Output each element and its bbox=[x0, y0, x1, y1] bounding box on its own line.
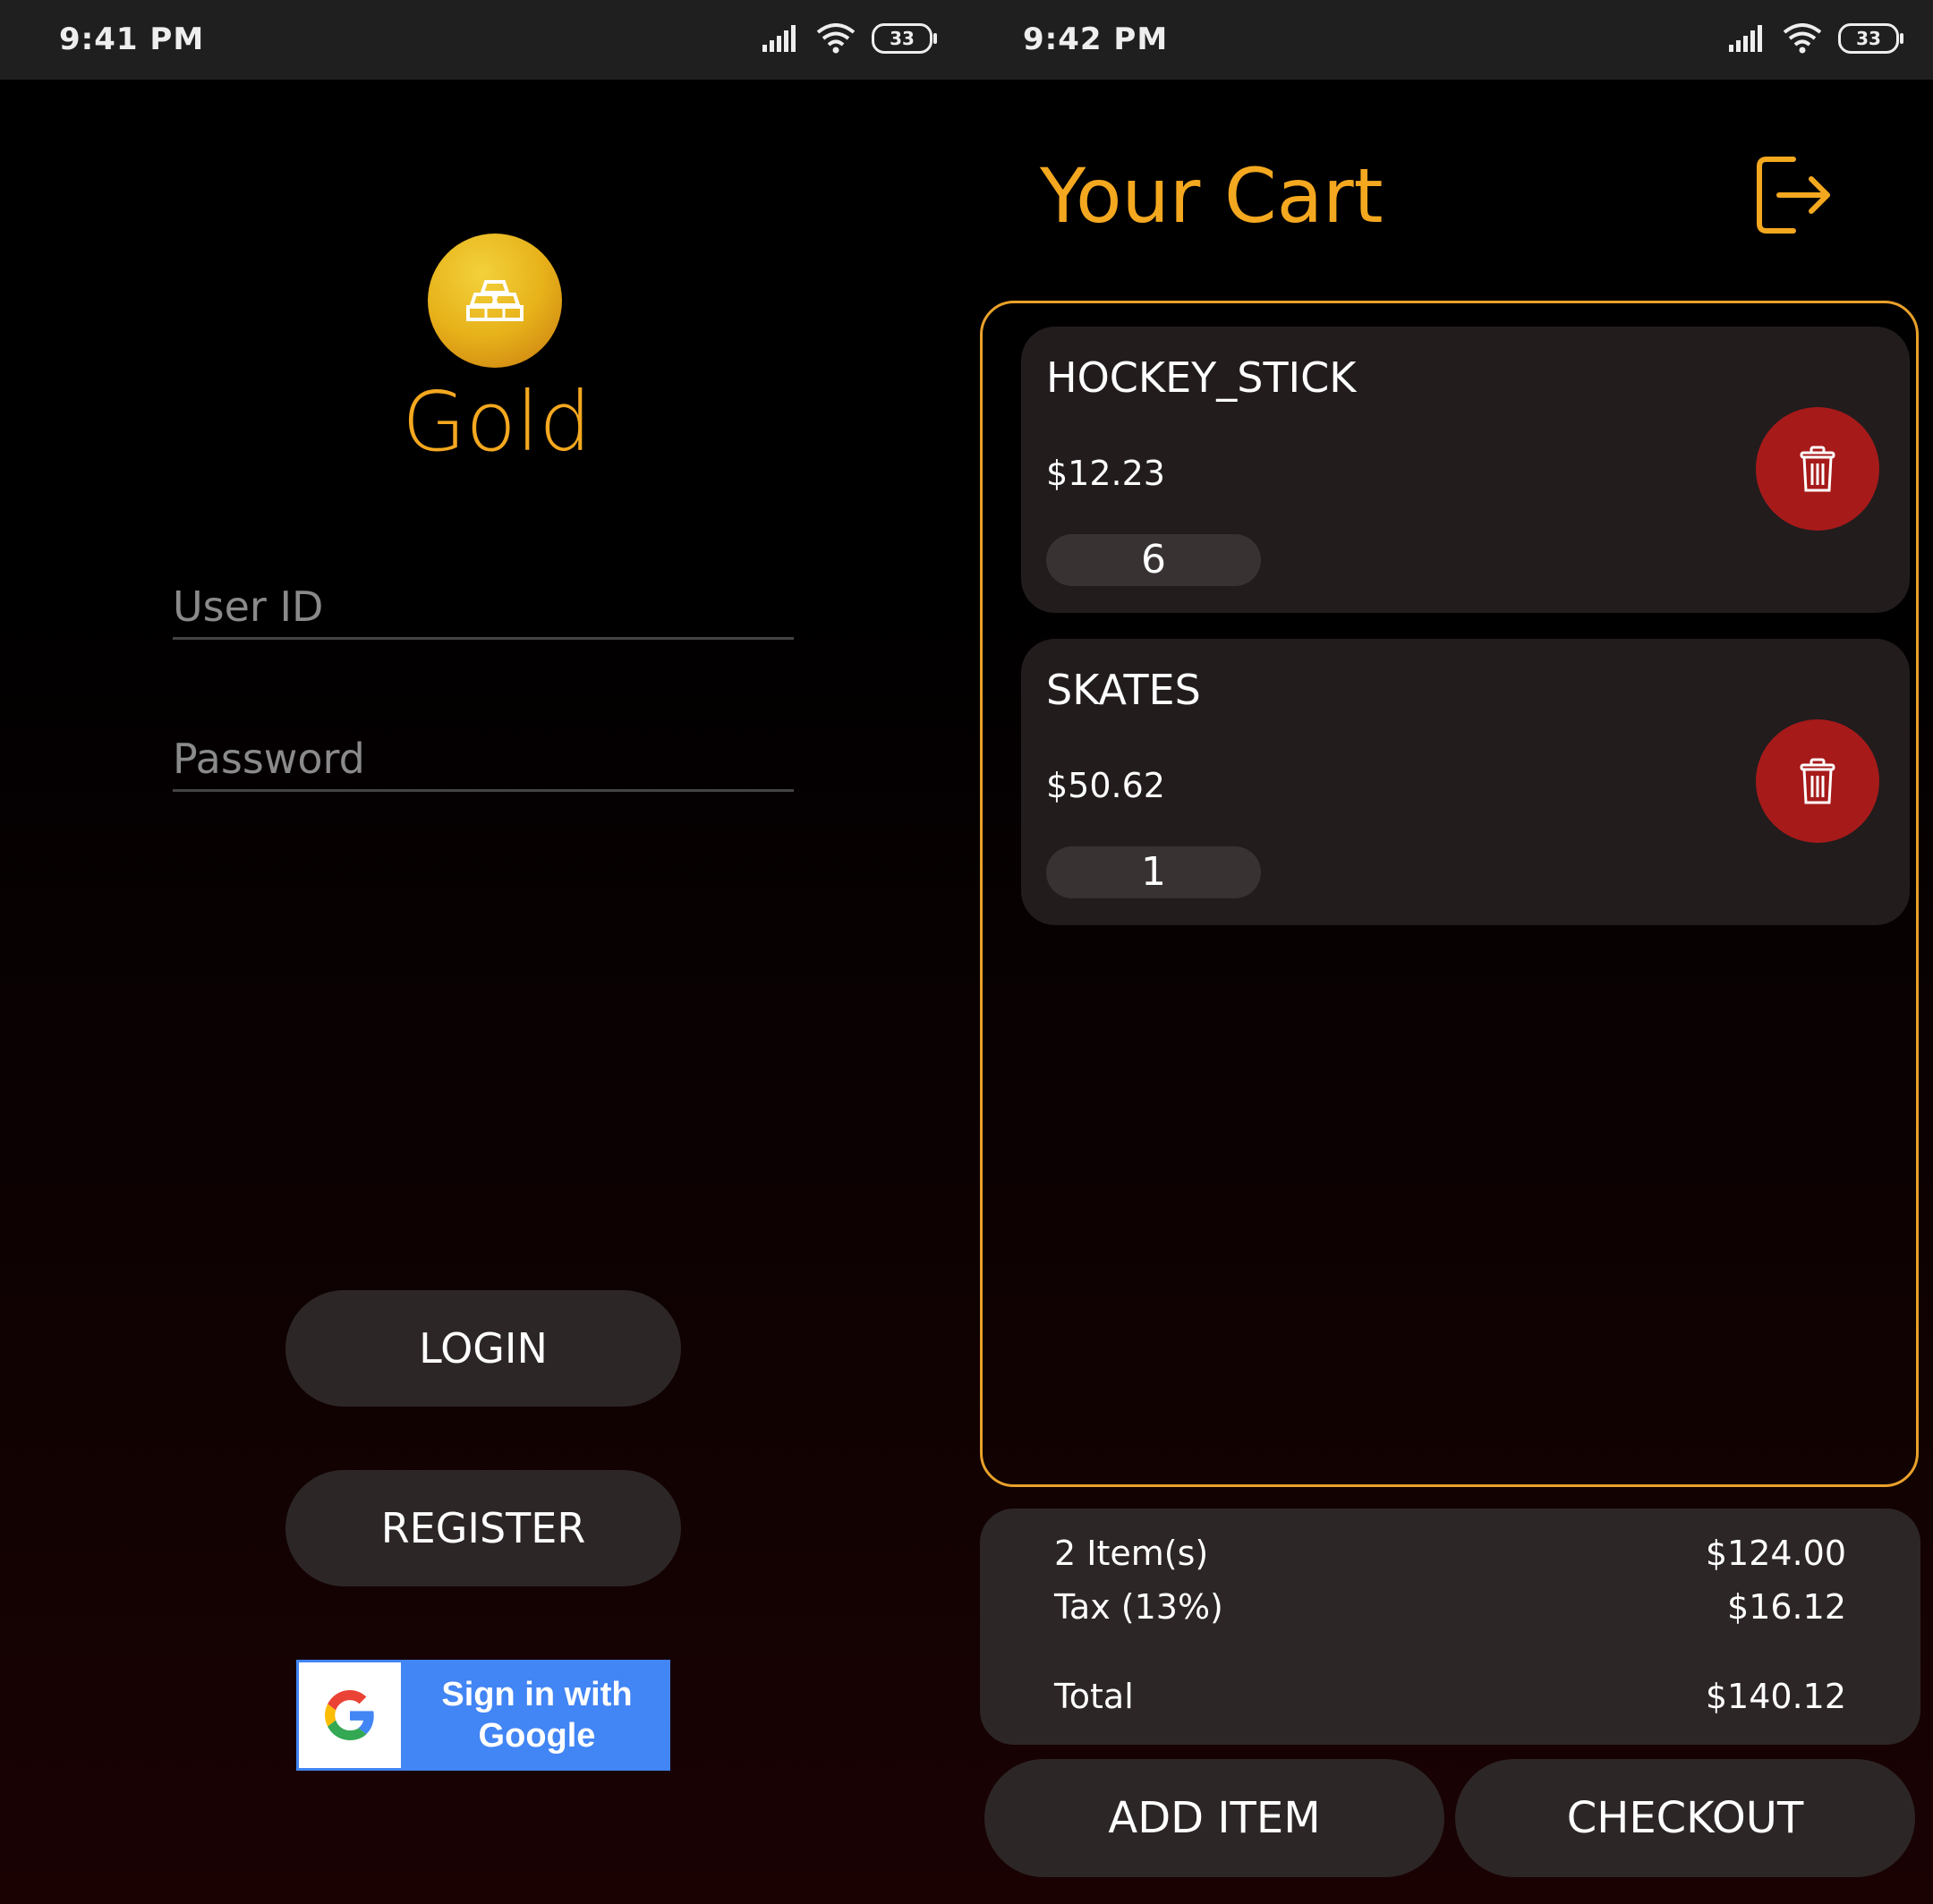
tax-value: $16.12 bbox=[1727, 1587, 1846, 1627]
gold-bars-icon bbox=[466, 280, 524, 321]
signal-icon bbox=[762, 25, 796, 52]
login-screen: 9:41 PM 33 Gold User ID LOGIN REGISTER S… bbox=[0, 0, 966, 1904]
item-name: HOCKEY_STICK bbox=[1046, 353, 1357, 402]
battery-icon: 33 bbox=[1838, 23, 1903, 54]
user-id-field-wrapper bbox=[173, 580, 794, 640]
google-sign-in-button[interactable]: Sign in with Google bbox=[296, 1660, 670, 1771]
google-g-icon bbox=[325, 1690, 374, 1740]
app-name: Gold bbox=[402, 374, 592, 470]
item-name: SKATES bbox=[1046, 666, 1201, 714]
item-price: $12.23 bbox=[1046, 454, 1165, 493]
status-bar: 9:42 PM 33 bbox=[966, 0, 1933, 80]
trash-icon bbox=[1800, 758, 1835, 804]
delete-item-button[interactable] bbox=[1756, 407, 1879, 531]
item-price: $50.62 bbox=[1046, 766, 1165, 805]
cart-items-list: HOCKEY_STICK $12.23 6 SKATES $50.62 1 bbox=[980, 301, 1919, 1487]
status-time: 9:42 PM bbox=[1023, 21, 1169, 57]
checkout-button[interactable]: CHECKOUT bbox=[1455, 1759, 1915, 1877]
tax-label: Tax (13%) bbox=[1054, 1587, 1223, 1627]
status-bar: 9:41 PM 33 bbox=[0, 0, 966, 80]
quantity-field[interactable]: 1 bbox=[1046, 846, 1261, 898]
items-count-label: 2 Item(s) bbox=[1054, 1534, 1209, 1573]
battery-icon: 33 bbox=[872, 23, 937, 54]
app-logo bbox=[428, 234, 562, 368]
register-button[interactable]: REGISTER bbox=[285, 1470, 681, 1586]
google-logo-box bbox=[299, 1662, 401, 1768]
cart-screen: 9:42 PM 33 Your Cart HOCKEY_STICK $12.23 bbox=[966, 0, 1933, 1904]
total-value: $140.12 bbox=[1705, 1677, 1846, 1716]
total-label: Total bbox=[1054, 1677, 1134, 1716]
add-item-button[interactable]: ADD ITEM bbox=[984, 1759, 1444, 1877]
logout-icon[interactable] bbox=[1754, 152, 1835, 238]
status-time: 9:41 PM bbox=[59, 21, 205, 57]
login-button[interactable]: LOGIN bbox=[285, 1290, 681, 1407]
page-title: Your Cart bbox=[1040, 152, 1384, 240]
signal-icon bbox=[1729, 25, 1762, 52]
google-label-line2: Google bbox=[478, 1717, 596, 1755]
cart-item: HOCKEY_STICK $12.23 6 bbox=[1021, 327, 1910, 613]
items-subtotal: $124.00 bbox=[1705, 1534, 1846, 1573]
delete-item-button[interactable] bbox=[1756, 719, 1879, 843]
quantity-field[interactable]: 6 bbox=[1046, 534, 1261, 586]
wifi-icon bbox=[816, 23, 856, 54]
user-id-input[interactable] bbox=[173, 580, 794, 633]
order-summary: 2 Item(s) $124.00 Tax (13%) $16.12 Total… bbox=[980, 1509, 1920, 1745]
cart-item: SKATES $50.62 1 bbox=[1021, 639, 1910, 925]
password-input[interactable] bbox=[173, 732, 794, 786]
google-sign-in-label: Sign in with Google bbox=[404, 1660, 670, 1771]
wifi-icon bbox=[1783, 23, 1822, 54]
trash-icon bbox=[1800, 446, 1835, 492]
password-field-wrapper bbox=[173, 732, 794, 792]
google-label-line1: Sign in with bbox=[441, 1676, 633, 1713]
